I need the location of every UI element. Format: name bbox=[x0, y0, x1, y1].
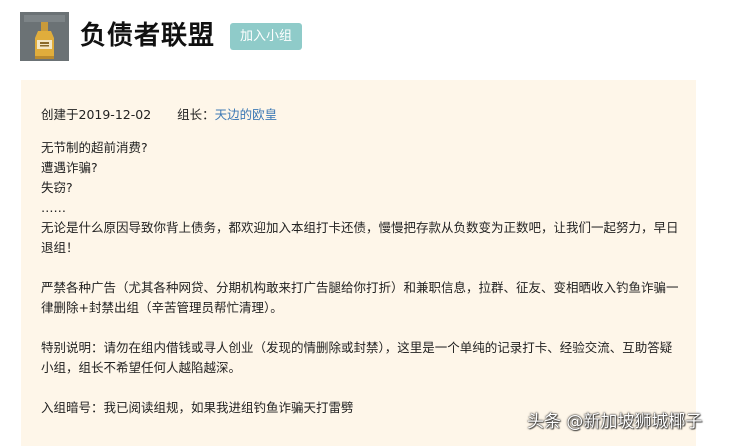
created-date: 创建于2019-12-02 bbox=[41, 107, 152, 122]
owner-label: 组长： bbox=[177, 107, 215, 122]
bottle-icon bbox=[20, 12, 69, 61]
description-intro: 无论是什么原因导致你背上债务，都欢迎加入本组打卡还债，慢慢把存款从负数变为正数吧… bbox=[41, 220, 679, 255]
group-description: 无节制的超前消费? 遭遇诈骗? 失窃? …… 无论是什么原因导致你背上债务，都欢… bbox=[41, 138, 681, 418]
description-line: 遭遇诈骗? bbox=[41, 160, 98, 175]
description-rules: 严禁各种广告（尤其各种网贷、分期机构敢来打广告腿给你打折）和兼职信息，拉群、征友… bbox=[41, 280, 679, 315]
description-notice: 特别说明：请勿在组内借钱或寻人创业（发现的情删除或封禁），这里是一个单纯的记录打… bbox=[41, 340, 673, 375]
group-meta: 创建于2019-12-02 组长：天边的欧皇 bbox=[41, 106, 277, 124]
group-avatar[interactable] bbox=[20, 12, 69, 61]
join-group-button[interactable]: 加入小组 bbox=[230, 23, 302, 50]
watermark: 头条 @新加坡狮城椰子 bbox=[527, 412, 703, 432]
group-info-panel: 创建于2019-12-02 组长：天边的欧皇 无节制的超前消费? 遭遇诈骗? 失窃… bbox=[21, 80, 696, 446]
owner-link[interactable]: 天边的欧皇 bbox=[215, 107, 278, 122]
description-line: 失窃? bbox=[41, 180, 73, 195]
group-title: 负债者联盟 bbox=[80, 21, 216, 51]
description-line: 无节制的超前消费? bbox=[41, 140, 148, 155]
description-ellipsis: …… bbox=[41, 200, 66, 215]
